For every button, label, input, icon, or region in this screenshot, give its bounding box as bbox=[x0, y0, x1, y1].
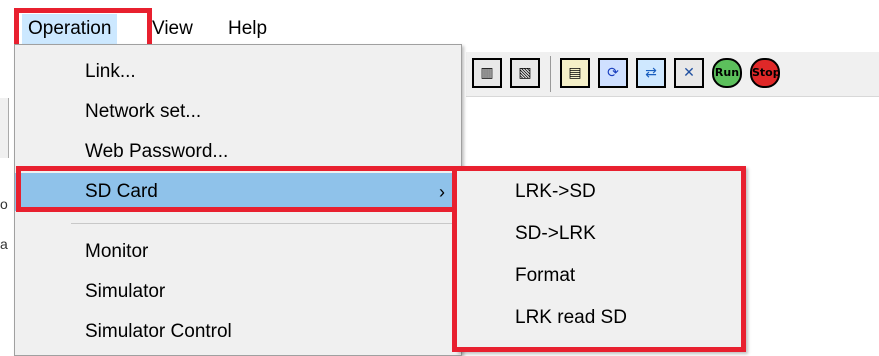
menu-separator bbox=[71, 223, 457, 224]
run-icon[interactable]: Run bbox=[712, 58, 742, 88]
monitor-icon[interactable]: ▤ bbox=[560, 58, 590, 88]
toolbar: ▥ ▧ ▤ ⟳ ⇄ ✕ Run Stop bbox=[466, 52, 879, 97]
menu-item-label: Monitor bbox=[85, 241, 149, 262]
submenu-item-lrk-read-sd[interactable]: LRK read SD bbox=[457, 299, 745, 337]
menu-item-simulator[interactable]: Simulator bbox=[15, 273, 461, 311]
toolbar-separator bbox=[550, 56, 551, 92]
refresh-icon[interactable]: ⟳ bbox=[598, 58, 628, 88]
submenu-item-label: LRK read SD bbox=[515, 307, 627, 328]
submenu-item-format[interactable]: Format bbox=[457, 257, 745, 295]
chevron-right-icon: › bbox=[439, 182, 445, 202]
menu-item-web-password[interactable]: Web Password... bbox=[15, 133, 461, 171]
menu-item-label: Web Password... bbox=[85, 141, 229, 162]
io-view-icon[interactable]: ▧ bbox=[510, 58, 540, 88]
menu-item-sd-card[interactable]: SD Card › bbox=[15, 173, 461, 211]
left-panel-fragment: o bbox=[0, 196, 8, 212]
operation-dropdown: Link... Network set... Web Password... S… bbox=[14, 44, 462, 356]
sd-card-submenu: LRK->SD SD->LRK Format LRK read SD bbox=[456, 166, 746, 352]
menu-item-monitor[interactable]: Monitor bbox=[15, 233, 461, 271]
submenu-item-label: Format bbox=[515, 265, 576, 286]
stop-icon[interactable]: Stop bbox=[750, 58, 780, 88]
menu-item-link[interactable]: Link... bbox=[15, 53, 461, 91]
menu-item-label: Network set... bbox=[85, 101, 202, 122]
menu-bar: Operation View Help bbox=[0, 0, 879, 46]
menu-item-label: Simulator Control bbox=[85, 321, 232, 342]
left-panel-fragment-2: a bbox=[0, 236, 8, 252]
submenu-item-sd-to-lrk[interactable]: SD->LRK bbox=[457, 215, 745, 253]
menu-help[interactable]: Help bbox=[222, 14, 273, 44]
submenu-item-label: SD->LRK bbox=[515, 223, 596, 244]
menu-item-network-set[interactable]: Network set... bbox=[15, 93, 461, 131]
menu-item-label: Simulator bbox=[85, 281, 166, 302]
submenu-item-lrk-to-sd[interactable]: LRK->SD bbox=[457, 173, 745, 211]
left-panel-edge bbox=[0, 98, 9, 158]
sync-icon[interactable]: ⇄ bbox=[636, 58, 666, 88]
menu-item-label: Link... bbox=[85, 61, 136, 82]
menu-operation[interactable]: Operation bbox=[22, 14, 118, 44]
menu-item-simulator-control[interactable]: Simulator Control bbox=[15, 313, 461, 351]
submenu-item-label: LRK->SD bbox=[515, 181, 596, 202]
menu-view[interactable]: View bbox=[146, 14, 199, 44]
tools-icon[interactable]: ✕ bbox=[674, 58, 704, 88]
io-icon[interactable]: ▥ bbox=[472, 58, 502, 88]
menu-item-label: SD Card bbox=[85, 181, 158, 202]
